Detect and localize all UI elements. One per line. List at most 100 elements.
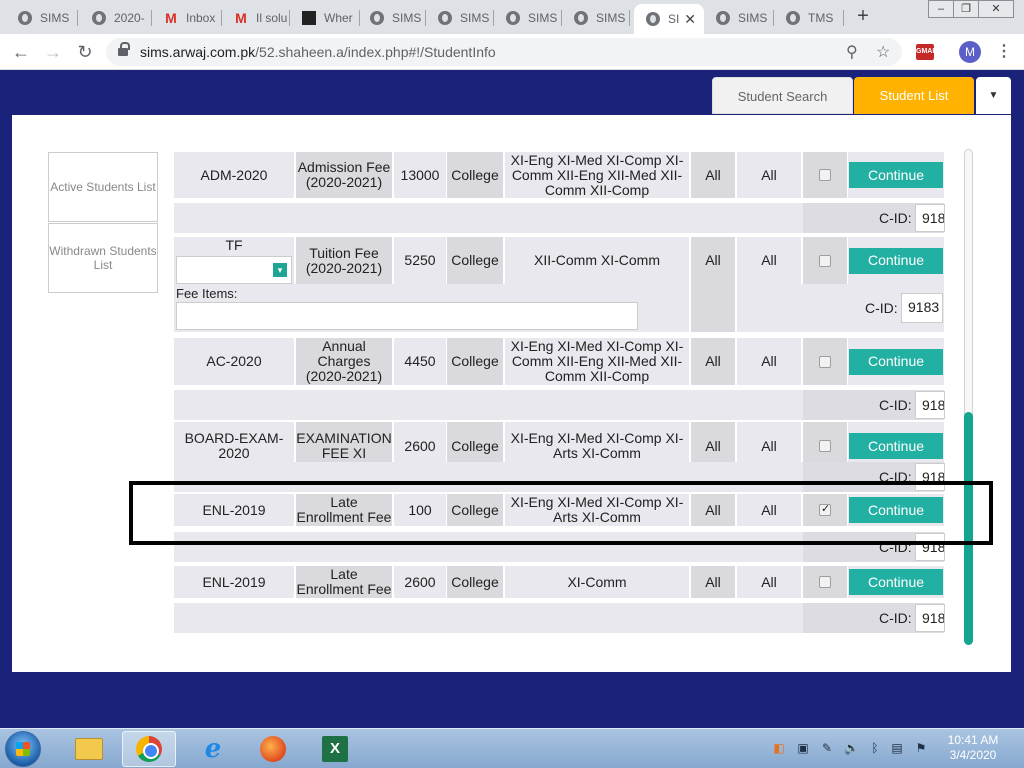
taskbar-excel[interactable]: X bbox=[308, 731, 362, 767]
site-favicon-icon bbox=[302, 11, 316, 25]
fee-name: Tuition Fee (2020-2021) bbox=[296, 237, 392, 284]
chrome-icon bbox=[136, 736, 162, 762]
minimize-button[interactable]: – bbox=[928, 0, 954, 18]
forward-icon[interactable]: → bbox=[42, 41, 64, 63]
browser-tab[interactable]: 2020- bbox=[80, 4, 152, 32]
tab-student-list[interactable]: Student List bbox=[854, 77, 974, 114]
windows-taskbar: e X ◧ ▣ ✎ 🔈 ᛒ ▤ ⚑ 10:41 AM 3/4/2020 bbox=[0, 728, 1024, 768]
globe-icon bbox=[370, 11, 384, 25]
fee-code-select[interactable]: ▾ bbox=[176, 256, 292, 284]
fee-table: ADM-2020 Admission Fee (2020-2021) 13000 Co… bbox=[12, 115, 1011, 672]
fee-amount: 4450 bbox=[394, 338, 446, 385]
fee-items-label: Fee Items: bbox=[176, 286, 238, 301]
fee-scope-1: All bbox=[691, 566, 735, 598]
browser-tab[interactable]: M Inbox bbox=[152, 4, 222, 32]
network-icon[interactable]: ▤ bbox=[890, 741, 904, 755]
fee-detail-row: C-ID: 918 bbox=[174, 203, 945, 233]
bookmark-star-icon[interactable]: ☆ bbox=[876, 42, 890, 62]
taskbar-explorer[interactable] bbox=[62, 731, 116, 767]
back-icon[interactable]: ← bbox=[10, 41, 32, 63]
cid-input[interactable]: 918 bbox=[915, 204, 945, 232]
zoom-icon[interactable]: ⚲ bbox=[846, 42, 858, 62]
taskbar-internet-explorer[interactable]: e bbox=[186, 731, 240, 767]
fee-checkbox[interactable] bbox=[819, 169, 831, 181]
menu-kebab-icon[interactable]: ⋮ bbox=[996, 41, 1012, 61]
fee-checkbox[interactable] bbox=[819, 254, 831, 267]
cid-input[interactable]: 918 bbox=[915, 604, 945, 632]
tab-separator bbox=[77, 10, 78, 26]
cid-input[interactable]: 918 bbox=[915, 391, 945, 419]
taskbar-chrome[interactable] bbox=[122, 731, 176, 767]
globe-icon bbox=[574, 11, 588, 25]
fee-select-cell bbox=[803, 152, 847, 198]
continue-button[interactable]: Continue bbox=[849, 433, 943, 459]
continue-button[interactable]: Continue bbox=[849, 348, 943, 375]
tray-app-icon[interactable]: ◧ bbox=[772, 741, 786, 755]
tray-pen-icon[interactable]: ✎ bbox=[820, 741, 834, 755]
gmail-icon: M bbox=[235, 10, 247, 26]
browser-tab-label: SIMS bbox=[528, 11, 558, 25]
folder-icon bbox=[75, 738, 103, 760]
taskbar-firefox[interactable] bbox=[246, 731, 300, 767]
chevron-down-icon[interactable]: ▼ bbox=[976, 77, 1011, 114]
profile-avatar[interactable]: M bbox=[959, 41, 981, 63]
lock-icon bbox=[118, 42, 130, 57]
fee-scope-2: All bbox=[737, 566, 801, 598]
internet-explorer-icon: e bbox=[204, 734, 222, 764]
globe-icon bbox=[18, 11, 32, 25]
browser-tab[interactable]: SIMS bbox=[6, 4, 78, 32]
cid-cell: C-ID: 918 bbox=[803, 203, 945, 233]
browser-tab[interactable]: Wher bbox=[290, 4, 360, 32]
browser-tab[interactable]: SIMS bbox=[358, 4, 426, 32]
bluetooth-icon[interactable]: ᛒ bbox=[868, 741, 882, 755]
fee-select-cell bbox=[803, 237, 847, 284]
fee-row: ADM-2020 Admission Fee (2020-2021) 13000 Co… bbox=[174, 152, 944, 198]
globe-icon bbox=[92, 11, 106, 25]
fee-checkbox[interactable] bbox=[819, 355, 831, 368]
globe-icon bbox=[646, 12, 660, 26]
fee-classes: XII-Comm XI-Comm bbox=[505, 237, 689, 284]
start-button[interactable] bbox=[5, 731, 41, 767]
close-tab-icon[interactable]: ✕ bbox=[684, 11, 696, 28]
continue-button[interactable]: Continue bbox=[849, 247, 943, 274]
tab-student-search[interactable]: Student Search bbox=[712, 77, 853, 114]
restore-button[interactable]: ❐ bbox=[953, 0, 979, 18]
fee-name: Late Enrollment Fee bbox=[296, 566, 392, 598]
fee-scope-1: All bbox=[691, 338, 735, 385]
address-bar[interactable]: sims.arwaj.com.pk/52.shaheen.a/index.php… bbox=[106, 38, 902, 66]
browser-tab-label: SI bbox=[668, 12, 680, 26]
cid-label: C-ID: bbox=[879, 610, 912, 626]
browser-tab[interactable]: TMS bbox=[774, 4, 844, 32]
new-tab-button[interactable]: + bbox=[852, 6, 874, 28]
browser-tab[interactable]: SIMS bbox=[426, 4, 494, 32]
fee-code: AC-2020 bbox=[174, 338, 294, 385]
close-window-button[interactable]: ✕ bbox=[978, 0, 1014, 18]
spacer-cell bbox=[691, 284, 735, 332]
continue-button[interactable]: Continue bbox=[849, 162, 943, 188]
url-text[interactable]: sims.arwaj.com.pk/52.shaheen.a/index.php… bbox=[140, 44, 496, 60]
browser-tab[interactable]: SIMS bbox=[494, 4, 562, 32]
browser-tab[interactable]: SI ✕ bbox=[634, 4, 704, 34]
fee-detail-row: Fee Items: C-ID: 9183 bbox=[174, 284, 944, 332]
clock-date: 3/4/2020 bbox=[949, 748, 997, 762]
gmail-extension-icon[interactable]: GMAIL bbox=[916, 44, 939, 60]
globe-icon bbox=[438, 11, 452, 25]
tray-device-icon[interactable]: ▣ bbox=[796, 741, 810, 755]
fee-scope-2: All bbox=[737, 152, 801, 198]
continue-button[interactable]: Continue bbox=[849, 569, 943, 595]
fee-items-input[interactable] bbox=[176, 302, 638, 330]
cid-cell: C-ID: 9183 bbox=[737, 284, 944, 332]
cid-cell: C-ID: 918 bbox=[803, 603, 945, 633]
tab-separator bbox=[629, 10, 630, 26]
browser-tab-label: Il solu bbox=[256, 11, 288, 25]
taskbar-clock[interactable]: 10:41 AM 3/4/2020 bbox=[940, 733, 1006, 763]
browser-tab[interactable]: SIMS bbox=[562, 4, 630, 32]
action-center-flag-icon[interactable]: ⚑ bbox=[914, 741, 928, 755]
browser-tab[interactable]: M Il solu bbox=[222, 4, 290, 32]
reload-icon[interactable]: ↻ bbox=[74, 41, 96, 63]
fee-checkbox[interactable] bbox=[819, 440, 831, 452]
volume-icon[interactable]: 🔈 bbox=[844, 741, 859, 755]
cid-input[interactable]: 9183 bbox=[901, 293, 943, 323]
fee-checkbox[interactable] bbox=[819, 576, 831, 588]
browser-tab[interactable]: SIMS bbox=[704, 4, 774, 32]
